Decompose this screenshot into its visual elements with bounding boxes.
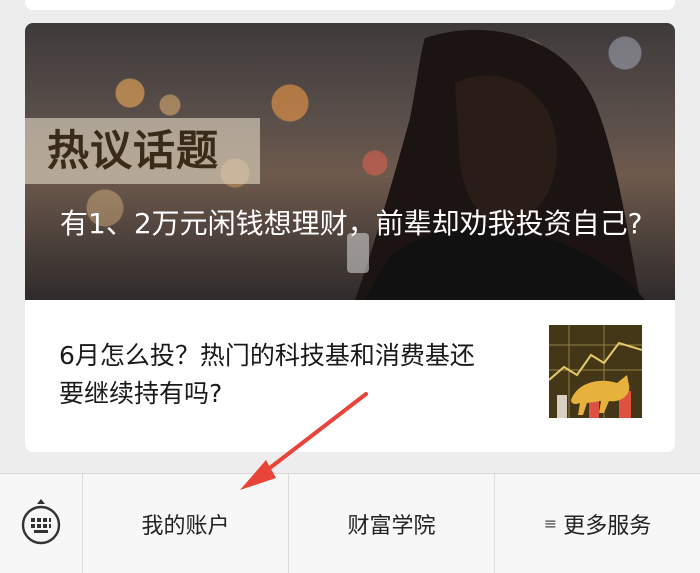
article-title[interactable]: 6月怎么投？热门的科技基和消费基还要继续持有吗?: [59, 337, 499, 413]
keyboard-icon: [21, 499, 61, 545]
topic-tag: 热议话题: [25, 118, 260, 184]
feed-card: 热议话题 有1、2万元闲钱想理财，前辈却劝我投资自己? 6月怎么投？热门的科技基…: [25, 23, 675, 452]
menu-more-services[interactable]: ≡ 更多服务: [495, 474, 700, 573]
topic-tag-label: 热议话题: [47, 126, 220, 175]
bottom-menu-bar: 我的账户 财富学院 ≡ 更多服务: [0, 473, 700, 573]
menu-my-account[interactable]: 我的账户: [83, 474, 288, 573]
hero-headline[interactable]: 有1、2万元闲钱想理财，前辈却劝我投资自己?: [60, 203, 650, 245]
article-item[interactable]: 6月怎么投？热门的科技基和消费基还要继续持有吗?: [25, 300, 675, 452]
bull-market-thumbnail: [549, 325, 642, 418]
previous-card: [25, 0, 675, 10]
menu-wealth-academy-label: 财富学院: [347, 513, 436, 539]
keyboard-toggle-button[interactable]: [0, 474, 82, 573]
submenu-icon: ≡: [543, 514, 558, 533]
menu-my-account-label: 我的账户: [141, 513, 230, 539]
menu-wealth-academy[interactable]: 财富学院: [289, 474, 494, 573]
hero-banner[interactable]: 热议话题 有1、2万元闲钱想理财，前辈却劝我投资自己?: [25, 23, 675, 300]
menu-more-services-label: 更多服务: [563, 513, 652, 539]
